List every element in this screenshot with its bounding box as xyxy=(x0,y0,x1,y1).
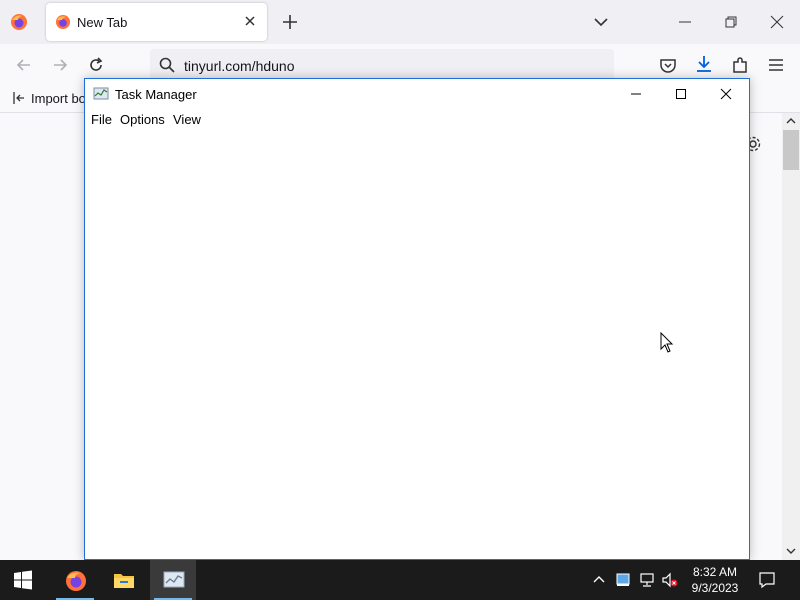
browser-minimize-icon[interactable] xyxy=(676,13,694,31)
scroll-down-arrow-icon[interactable] xyxy=(786,546,796,556)
tab-close-icon[interactable] xyxy=(241,12,259,30)
browser-close-icon[interactable] xyxy=(768,13,786,31)
windows-taskbar: 8:32 AM 9/3/2023 xyxy=(0,560,800,600)
reload-icon[interactable] xyxy=(86,55,106,75)
tab-new-tab[interactable]: New Tab xyxy=(46,3,267,41)
volume-muted-icon[interactable] xyxy=(662,572,678,588)
task-manager-window[interactable]: Task Manager File Options View xyxy=(84,78,750,560)
pocket-icon[interactable] xyxy=(658,55,678,75)
menu-file[interactable]: File xyxy=(91,112,112,127)
notification-center-icon[interactable] xyxy=(758,571,776,589)
maximize-icon xyxy=(676,89,686,99)
new-tab-button[interactable] xyxy=(279,11,301,33)
address-bar[interactable]: tinyurl.com/hduno xyxy=(150,49,614,81)
list-all-tabs-chevron-icon[interactable] xyxy=(591,12,611,32)
clock-date: 9/3/2023 xyxy=(691,581,739,595)
taskbar-firefox-button[interactable] xyxy=(52,560,98,600)
task-manager-menubar: File Options View xyxy=(85,109,749,130)
window-title: Task Manager xyxy=(115,87,197,102)
taskbar-file-explorer-button[interactable] xyxy=(100,560,146,600)
address-bar-url[interactable]: tinyurl.com/hduno xyxy=(184,58,295,74)
hamburger-menu-icon[interactable] xyxy=(766,55,786,75)
firefox-favicon-icon xyxy=(56,15,70,29)
minimize-button[interactable] xyxy=(613,79,659,109)
extensions-puzzle-icon[interactable] xyxy=(730,55,750,75)
task-manager-titlebar[interactable]: Task Manager xyxy=(85,79,749,109)
search-icon xyxy=(159,57,175,73)
back-arrow-icon[interactable] xyxy=(14,55,34,75)
mouse-cursor-icon xyxy=(660,332,674,353)
browser-tab-strip: New Tab xyxy=(0,0,800,44)
show-hidden-icons-chevron-icon[interactable] xyxy=(591,572,607,588)
page-scrollbar[interactable] xyxy=(782,113,800,560)
taskbar-clock[interactable]: 8:32 AM 9/3/2023 xyxy=(686,564,744,596)
file-explorer-icon xyxy=(114,574,134,588)
scroll-up-arrow-icon[interactable] xyxy=(786,116,796,126)
browser-restore-icon[interactable] xyxy=(722,13,740,31)
firefox-view-icon[interactable] xyxy=(9,12,29,32)
network-icon[interactable] xyxy=(639,572,655,588)
close-icon xyxy=(720,88,732,100)
menu-options[interactable]: Options xyxy=(120,112,165,127)
import-bookmarks-button[interactable]: Import bo xyxy=(12,91,86,106)
start-button[interactable] xyxy=(0,560,46,600)
taskbar-task-manager-button[interactable] xyxy=(150,560,196,600)
tab-title: New Tab xyxy=(77,15,128,30)
maximize-button[interactable] xyxy=(658,79,704,109)
scrollbar-thumb[interactable] xyxy=(783,130,799,170)
close-button[interactable] xyxy=(703,79,749,109)
storage-tray-icon[interactable] xyxy=(615,572,631,588)
downloads-icon[interactable] xyxy=(694,54,714,74)
task-manager-icon xyxy=(93,87,109,100)
firefox-icon xyxy=(66,571,86,591)
import-bookmarks-label: Import bo xyxy=(31,91,86,106)
menu-view[interactable]: View xyxy=(173,112,201,127)
task-manager-icon xyxy=(163,571,185,588)
forward-arrow-icon[interactable] xyxy=(50,55,70,75)
task-manager-content xyxy=(85,129,749,559)
clock-time: 8:32 AM xyxy=(692,565,738,579)
minimize-icon xyxy=(631,93,641,95)
windows-start-icon xyxy=(14,570,32,590)
import-icon xyxy=(13,92,24,104)
